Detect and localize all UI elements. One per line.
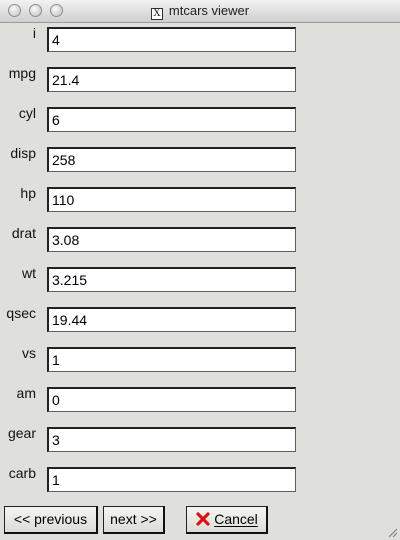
resize-grip-icon[interactable] [386, 526, 398, 538]
field-input-i[interactable] [47, 27, 296, 52]
field-input-drat[interactable] [47, 227, 296, 252]
field-input-vs[interactable] [47, 347, 296, 372]
field-label-am: am [16, 385, 36, 401]
field-input-qsec[interactable] [47, 307, 296, 332]
field-input-mpg[interactable] [47, 67, 296, 92]
field-label-drat: drat [11, 225, 36, 241]
field-row-gear: gear [0, 425, 400, 453]
field-label-wt: wt [22, 265, 36, 281]
next-button-label: next >> [110, 511, 157, 527]
window-title-area: Xmtcars viewer [0, 3, 400, 20]
x11-icon: X [150, 8, 163, 20]
field-input-cyl[interactable] [47, 107, 296, 132]
field-row-mpg: mpg [0, 65, 400, 93]
field-label-i: i [32, 25, 36, 41]
field-label-cyl: cyl [18, 105, 36, 121]
window-title: mtcars viewer [168, 3, 250, 18]
previous-button[interactable]: << previous [4, 506, 98, 534]
field-label-gear: gear [7, 425, 36, 441]
field-label-vs: vs [22, 345, 36, 361]
field-row-cyl: cyl [0, 105, 400, 133]
field-row-drat: drat [0, 225, 400, 253]
field-row-am: am [0, 385, 400, 413]
field-row-carb: carb [0, 465, 400, 493]
field-row-i: i [0, 25, 400, 53]
field-row-disp: disp [0, 145, 400, 173]
field-label-carb: carb [8, 465, 36, 481]
field-input-wt[interactable] [47, 267, 296, 292]
next-button[interactable]: next >> [103, 506, 165, 534]
field-row-vs: vs [0, 345, 400, 373]
field-row-qsec: qsec [0, 305, 400, 333]
field-input-gear[interactable] [47, 427, 296, 452]
title-bar: Xmtcars viewer [0, 0, 400, 23]
field-label-hp: hp [20, 185, 36, 201]
field-input-disp[interactable] [47, 147, 296, 172]
field-row-hp: hp [0, 185, 400, 213]
field-input-am[interactable] [47, 387, 296, 412]
cancel-button[interactable]: Cancel [186, 506, 268, 534]
field-label-qsec: qsec [6, 305, 36, 321]
field-row-wt: wt [0, 265, 400, 293]
field-label-mpg: mpg [8, 65, 36, 81]
field-label-disp: disp [10, 145, 36, 161]
field-input-carb[interactable] [47, 467, 296, 492]
previous-button-label: << previous [13, 511, 88, 527]
red-x-icon [196, 512, 210, 526]
cancel-button-label: Cancel [214, 511, 258, 527]
field-input-hp[interactable] [47, 187, 296, 212]
